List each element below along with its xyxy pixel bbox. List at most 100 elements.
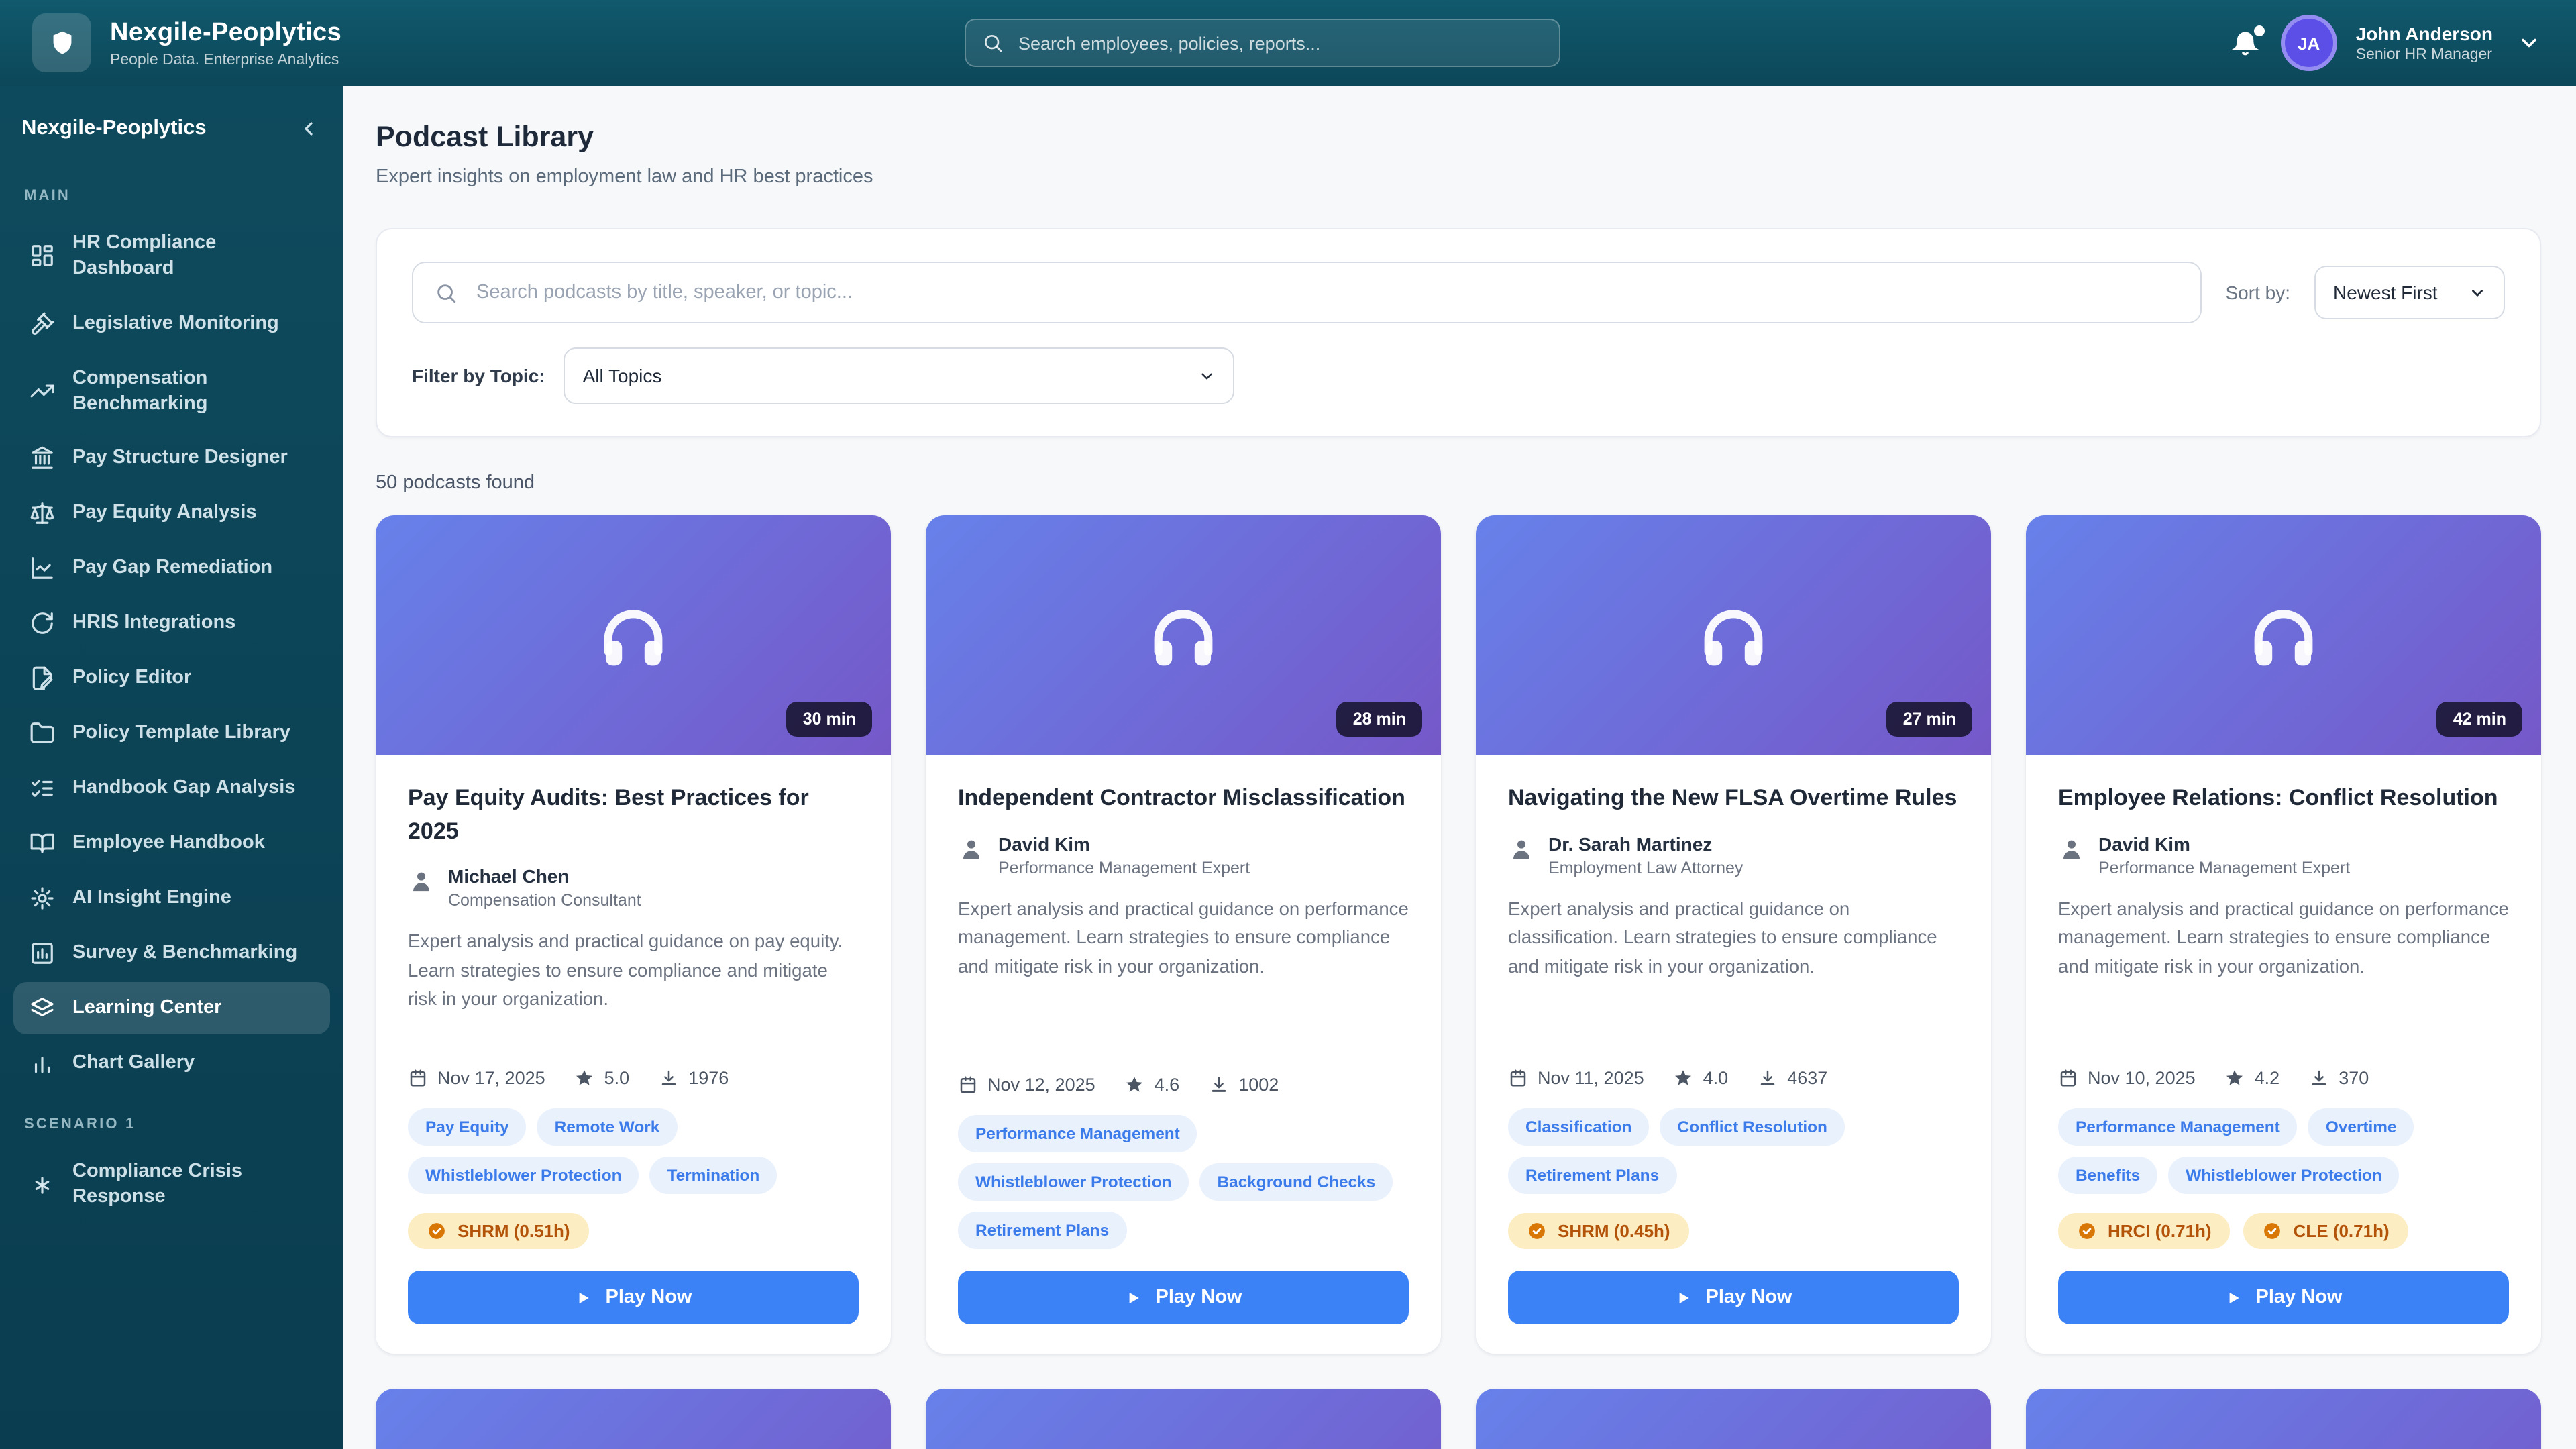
speaker-role: Performance Management Expert [2098, 858, 2351, 877]
person-icon [413, 873, 429, 892]
credit-badge: SHRM (0.45h) [1508, 1213, 1689, 1249]
play-icon [1680, 1291, 1690, 1303]
duration-badge: 30 min [786, 702, 872, 737]
topic-tag: Retirement Plans [958, 1212, 1127, 1249]
podcast-title: Pay Equity Audits: Best Practices for 20… [408, 785, 809, 844]
podcast-cover: 42 min [2026, 515, 2541, 755]
podcast-card-partial [1476, 1389, 1991, 1449]
bank-icon [32, 447, 53, 470]
sidebar-item-hris-integrations[interactable]: HRIS Integrations [13, 598, 330, 650]
podcast-search-input[interactable] [474, 280, 2179, 305]
download-icon [2312, 1070, 2326, 1085]
sidebar-item-label: Learning Center [72, 997, 222, 1019]
sidebar-item-policy-editor[interactable]: Policy Editor [13, 653, 330, 705]
user-role: Senior HR Manager [2355, 47, 2492, 63]
topic-tag: Whistleblower Protection [958, 1163, 1189, 1201]
duration-badge: 42 min [2436, 702, 2522, 737]
calendar-icon [410, 1069, 426, 1087]
podcast-title: Employee Relations: Conflict Resolution [2058, 785, 2498, 810]
sidebar-item-pay-structure-designer[interactable]: Pay Structure Designer [13, 433, 330, 485]
sidebar-item-handbook-gap-analysis[interactable]: Handbook Gap Analysis [13, 763, 330, 815]
gavel-icon [32, 311, 54, 335]
publish-date: Nov 12, 2025 [958, 1075, 1095, 1095]
podcast-cover [2026, 1389, 2541, 1449]
podcast-card: 27 min Navigating the New FLSA Overtime … [1476, 515, 1991, 1354]
nav-section-label: SCENARIO 1 [24, 1116, 136, 1133]
sort-select[interactable]: Newest First [2314, 266, 2505, 319]
topic-tag: Overtime [2308, 1108, 2414, 1146]
headphones-icon [1704, 609, 1763, 665]
headphones-icon [604, 609, 663, 665]
notifications-button[interactable] [2230, 25, 2265, 59]
topic-tags: Performance Management Whistleblower Prot… [958, 1115, 1409, 1249]
folder-icon [30, 722, 54, 743]
search-icon [985, 35, 1002, 52]
credit-badge: HRCI (0.71h) [2058, 1213, 2231, 1249]
layers-icon [31, 998, 54, 1017]
sidebar: Nexgile-Peoplytics MAIN HR Compliance Das… [0, 86, 343, 1449]
seal-check-icon [2264, 1223, 2281, 1239]
topic-tag: Whistleblower Protection [408, 1157, 639, 1194]
headphones-icon [2254, 609, 2313, 665]
play-icon [580, 1291, 590, 1303]
sidebar-item-label: AI Insight Engine [72, 887, 231, 909]
podcast-search[interactable] [412, 262, 2202, 323]
play-button[interactable]: Play Now [408, 1271, 859, 1324]
podcast-meta: Nov 12, 2025 4.6 1002 [958, 1075, 1409, 1095]
play-button[interactable]: Play Now [1508, 1271, 1959, 1324]
avatar[interactable]: JA [2280, 15, 2337, 71]
topic-tag: Performance Management [958, 1115, 1197, 1152]
podcast-description: Expert analysis and practical guidance o… [958, 898, 1409, 977]
sidebar-item-pay-gap-remediation[interactable]: Pay Gap Remediation [13, 543, 330, 595]
sidebar-item-pay-equity-analysis[interactable]: Pay Equity Analysis [13, 488, 330, 540]
sidebar-item-survey-benchmarking[interactable]: Survey & Benchmarking [13, 928, 330, 980]
sidebar-item-chart-gallery[interactable]: Chart Gallery [13, 1038, 330, 1090]
podcast-cover [926, 1389, 1441, 1449]
topic-tag: Conflict Resolution [1660, 1108, 1845, 1146]
user-menu-chevron-icon[interactable] [2517, 31, 2541, 55]
filter-panel: Sort by: Newest First Filter by Topic: A… [376, 228, 2541, 437]
sidebar-item-compliance-crisis-response[interactable]: Compliance Crisis Response [13, 1146, 330, 1224]
play-button[interactable]: Play Now [958, 1271, 1409, 1324]
sidebar-item-employee-handbook[interactable]: Employee Handbook [13, 818, 330, 870]
download-icon [1212, 1077, 1226, 1092]
notification-dot [2253, 25, 2265, 36]
sort-value: Newest First [2333, 282, 2438, 303]
topic-tag: Whistleblower Protection [2168, 1157, 2400, 1194]
topic-tag: Classification [1508, 1108, 1650, 1146]
speaker-role: Employment Law Attorney [1548, 858, 1743, 877]
sidebar-item-hr-compliance-dashboard[interactable]: HR Compliance Dashboard [13, 217, 330, 294]
calendar-icon [1510, 1069, 1526, 1087]
speaker: Michael Chen Compensation Consultant [408, 866, 859, 910]
play-button[interactable]: Play Now [2058, 1271, 2509, 1324]
sidebar-item-label: Pay Structure Designer [72, 447, 288, 469]
download-count: 4637 [1758, 1068, 1827, 1088]
rating: 4.0 [1674, 1068, 1728, 1088]
seal-check-icon [1529, 1223, 1545, 1239]
dashboard-icon [32, 245, 53, 267]
download-count: 370 [2309, 1068, 2369, 1088]
topic-tag: Performance Management [2058, 1108, 2298, 1146]
nav-section-label: MAIN [24, 188, 71, 204]
sidebar-item-compensation-benchmarking[interactable]: Compensation Benchmarking [13, 352, 330, 429]
sidebar-item-legislative-monitoring[interactable]: Legislative Monitoring [13, 297, 330, 350]
page-title: Podcast Library [376, 121, 594, 153]
sidebar-item-label: HR Compliance Dashboard [72, 232, 217, 279]
sidebar-item-label: Employee Handbook [72, 832, 265, 854]
speaker-role: Compensation Consultant [448, 891, 641, 910]
podcast-title: Independent Contractor Misclassification [958, 785, 1405, 810]
publish-date: Nov 11, 2025 [1508, 1068, 1644, 1088]
global-search-input[interactable] [1016, 32, 1543, 54]
topic-tag: Retirement Plans [1508, 1157, 1677, 1194]
rating: 4.6 [1125, 1075, 1179, 1095]
global-search[interactable] [965, 19, 1560, 67]
results-count: 50 podcasts found [376, 472, 535, 494]
sidebar-brand-label: Nexgile-Peoplytics [21, 117, 207, 140]
app-logo [32, 13, 91, 72]
sidebar-item-policy-template-library[interactable]: Policy Template Library [13, 708, 330, 760]
sidebar-item-learning-center[interactable]: Learning Center [13, 982, 330, 1035]
sidebar-item-label: HRIS Integrations [72, 612, 236, 634]
collapse-sidebar-icon[interactable] [298, 118, 319, 140]
topic-select[interactable]: All Topics [564, 347, 1235, 404]
sidebar-item-ai-insight-engine[interactable]: AI Insight Engine [13, 873, 330, 925]
